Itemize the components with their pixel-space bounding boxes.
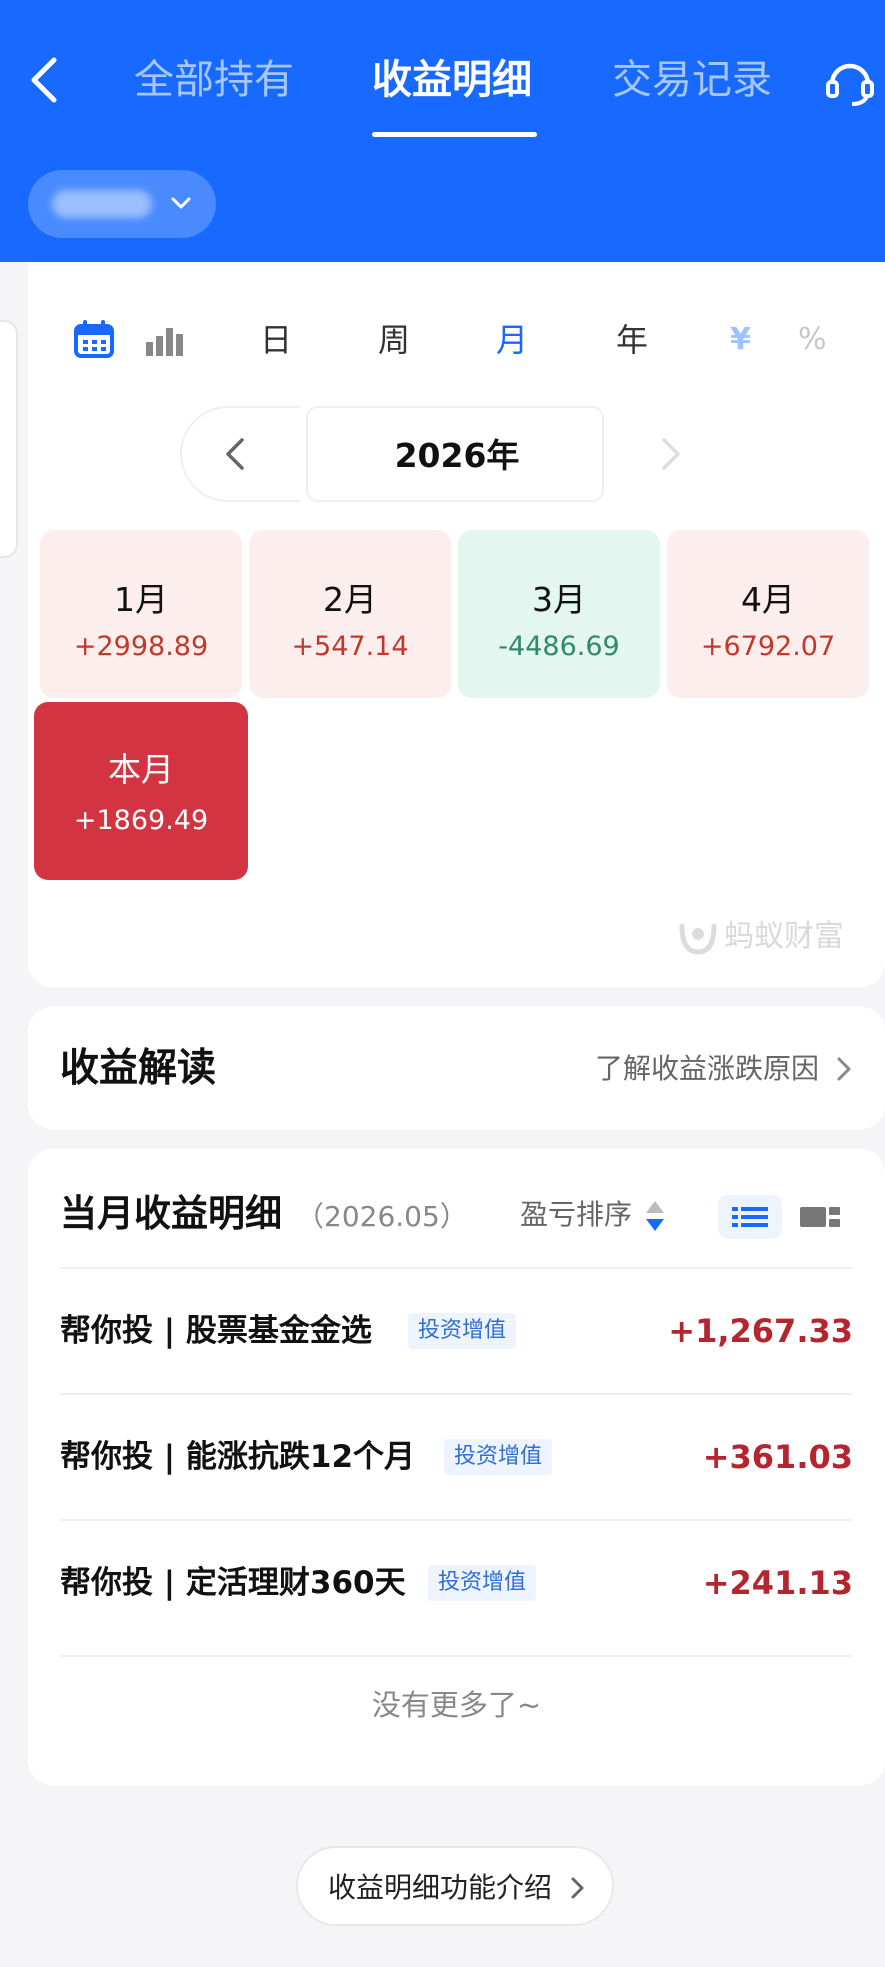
month-value: +6792.07: [700, 631, 836, 662]
tab-earnings-detail[interactable]: 收益明细: [372, 50, 532, 110]
brand-watermark-text: 蚂蚁财富: [724, 919, 844, 954]
sort-icon[interactable]: [644, 1197, 666, 1235]
chevron-right-icon[interactable]: [656, 436, 686, 472]
chevron-right-icon: [571, 1877, 584, 1899]
month-name: 1月: [114, 580, 168, 619]
account-name-blurred: [52, 190, 152, 218]
product-tag: 投资增值: [428, 1565, 537, 1601]
month-name: 2月: [323, 580, 377, 619]
list-view-icon[interactable]: [718, 1195, 782, 1239]
tab-transactions[interactable]: 交易记录: [612, 50, 772, 110]
earnings-interpretation-card[interactable]: 收益解读 了解收益涨跌原因: [28, 1007, 885, 1129]
interpretation-link[interactable]: 了解收益涨跌原因: [595, 1051, 819, 1087]
granularity-year[interactable]: 年: [586, 312, 678, 368]
feature-intro-label: 收益明细功能介绍: [328, 1871, 553, 1904]
end-of-list-text: 没有更多了~: [371, 1688, 542, 1722]
top-header: 全部持有 收益明细 交易记录: [0, 0, 885, 262]
list-item[interactable]: 帮你投 | 定活理财360天 投资增值 +241.13: [60, 1519, 853, 1645]
view-mode-switch: [74, 320, 183, 358]
list-item[interactable]: 帮你投 | 股票基金金选 投资增值 +1,267.33: [60, 1267, 853, 1393]
unit-percent-toggle[interactable]: %: [798, 318, 827, 362]
adjacent-card-edge: [0, 320, 18, 558]
chevron-right-icon: [837, 1057, 851, 1081]
ant-logo-icon: [679, 923, 717, 955]
product-earnings: +1,267.33: [668, 1312, 853, 1350]
granularity-day[interactable]: 日: [230, 312, 322, 368]
granularity-month[interactable]: 月: [466, 312, 558, 368]
month-cell-2[interactable]: 2月 +547.14: [249, 530, 451, 698]
product-tag: 投资增值: [444, 1439, 553, 1475]
month-cell-1[interactable]: 1月 +2998.89: [40, 530, 242, 698]
granularity-week[interactable]: 周: [348, 312, 440, 368]
card-view-icon[interactable]: [788, 1195, 852, 1239]
divider: [60, 1655, 853, 1657]
month-cell-current[interactable]: 本月 +1869.49: [34, 702, 248, 880]
bar-chart-icon[interactable]: [146, 328, 183, 356]
customer-service-icon[interactable]: [822, 54, 878, 110]
year-label: 2026年: [394, 436, 520, 475]
product-name: 帮你投 | 股票基金金选: [60, 1313, 372, 1349]
year-selector[interactable]: 2026年: [306, 406, 604, 502]
month-cell-3[interactable]: 3月 -4486.69: [458, 530, 660, 698]
month-name: 本月: [108, 750, 174, 789]
month-value: +1869.49: [73, 805, 209, 836]
calendar-icon[interactable]: [74, 320, 114, 358]
detail-period: （2026.05）: [296, 1200, 468, 1233]
brand-watermark: 蚂蚁财富: [676, 912, 856, 962]
month-name: 3月: [532, 580, 586, 619]
tab-all-holdings[interactable]: 全部持有: [134, 50, 294, 110]
month-value: +547.14: [291, 631, 409, 662]
month-cell-4[interactable]: 4月 +6792.07: [667, 530, 869, 698]
account-selector[interactable]: [28, 170, 216, 238]
product-name: 帮你投 | 能涨抗跌12个月: [60, 1439, 416, 1475]
interpretation-title: 收益解读: [60, 1046, 217, 1091]
feature-intro-button[interactable]: 收益明细功能介绍: [296, 1846, 614, 1926]
list-item[interactable]: 帮你投 | 能涨抗跌12个月 投资增值 +361.03: [60, 1393, 853, 1519]
product-tag: 投资增值: [408, 1313, 517, 1349]
product-earnings: +361.03: [702, 1438, 853, 1476]
unit-amount-toggle[interactable]: ¥: [730, 318, 751, 362]
sort-by-pnl-button[interactable]: 盈亏排序: [520, 1195, 632, 1235]
active-tab-indicator: [372, 132, 537, 137]
tab-bar: 全部持有 收益明细 交易记录: [0, 50, 885, 110]
chevron-left-icon: [226, 438, 244, 470]
product-name: 帮你投 | 定活理财360天: [60, 1565, 406, 1601]
month-value: +2998.89: [73, 631, 209, 662]
month-value: -4486.69: [498, 631, 620, 662]
month-name: 4月: [741, 580, 795, 619]
monthly-earnings-detail-card: 当月收益明细 （2026.05） 盈亏排序 帮你投 | 股票基金金选 投资增值 …: [28, 1149, 885, 1785]
chevron-down-icon: [171, 197, 191, 209]
product-earnings: +241.13: [702, 1564, 853, 1602]
detail-title: 当月收益明细: [60, 1192, 282, 1235]
